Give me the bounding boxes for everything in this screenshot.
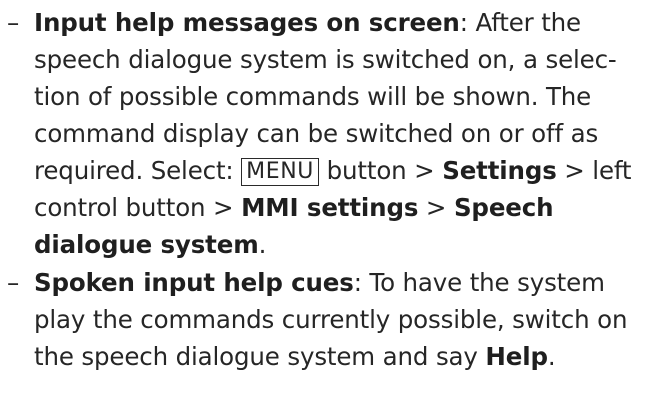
item-text: Spoken input help cues: To have the syst… — [34, 264, 654, 375]
settings-term: Settings — [442, 156, 557, 185]
manual-excerpt: – Input help messages on screen: After t… — [0, 0, 654, 409]
end-punctuation: . — [258, 230, 267, 259]
help-term: Help — [485, 342, 548, 371]
item-body-cont: button > — [319, 156, 443, 185]
item-title: Spoken input help cues — [34, 268, 354, 297]
end-punctuation: . — [547, 342, 556, 371]
list-item-input-help-messages: – Input help messages on screen: After t… — [0, 4, 654, 263]
item-title: Input help messages on screen — [34, 8, 460, 37]
dash-bullet: – — [7, 268, 20, 297]
dash-bullet: – — [7, 8, 20, 37]
list-item-spoken-input-help: – Spoken input help cues: To have the sy… — [0, 264, 654, 375]
help-list: – Input help messages on screen: After t… — [0, 4, 654, 375]
item-text: Input help messages on screen: After the… — [34, 4, 654, 263]
mmi-settings-term: MMI settings — [241, 193, 419, 222]
menu-key-label: MENU — [241, 158, 319, 186]
separator: > — [418, 193, 454, 222]
